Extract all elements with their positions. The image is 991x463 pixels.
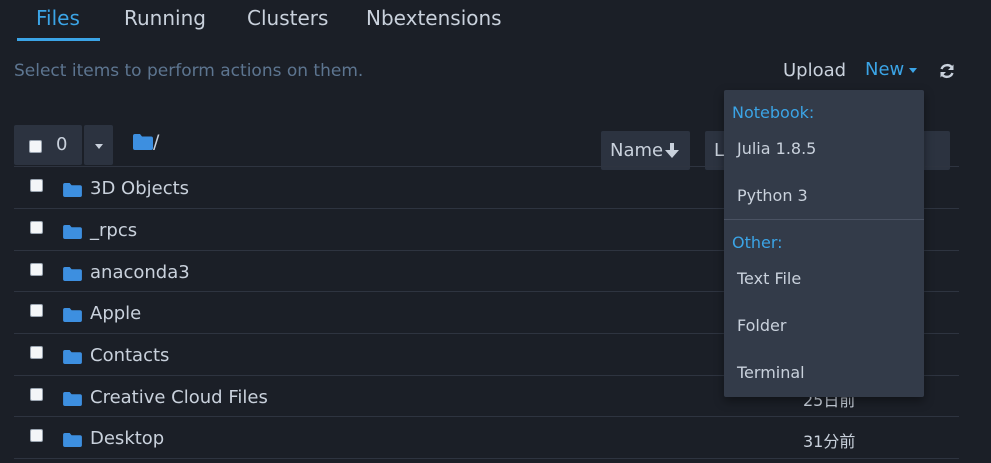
refresh-icon[interactable] xyxy=(938,62,956,80)
folder-icon xyxy=(63,224,82,240)
row-checkbox[interactable] xyxy=(30,221,43,234)
folder-icon xyxy=(63,266,82,282)
menu-header-notebook: Notebook: xyxy=(732,103,815,122)
menu-item-folder[interactable]: Folder xyxy=(737,316,786,335)
file-name[interactable]: _rpcs xyxy=(90,220,137,241)
file-name[interactable]: Contacts xyxy=(90,345,169,366)
new-button-label: New xyxy=(865,59,905,80)
breadcrumb-root[interactable]: / xyxy=(153,131,159,153)
sort-last-modified-label: L xyxy=(714,140,725,161)
selection-menu-button[interactable] xyxy=(84,125,113,165)
row-checkbox[interactable] xyxy=(30,429,43,442)
menu-item-python3[interactable]: Python 3 xyxy=(737,186,808,205)
tab-clusters[interactable]: Clusters xyxy=(247,4,328,34)
folder-icon xyxy=(63,182,82,198)
menu-item-julia[interactable]: Julia 1.8.5 xyxy=(737,139,816,158)
folder-icon xyxy=(63,349,82,365)
folder-icon xyxy=(63,432,82,448)
row-checkbox[interactable] xyxy=(30,263,43,276)
file-name[interactable]: Desktop xyxy=(90,428,164,449)
file-modified: 31分前 xyxy=(803,432,856,451)
caret-down-icon xyxy=(909,67,918,73)
file-name[interactable]: Creative Cloud Files xyxy=(90,387,268,408)
new-dropdown-menu: Notebook: Julia 1.8.5 Python 3 Other: Te… xyxy=(724,90,924,397)
folder-icon xyxy=(63,391,82,407)
tab-nbextensions[interactable]: Nbextensions xyxy=(366,4,502,34)
active-tab-indicator xyxy=(17,38,100,41)
tab-bar: Files Running Clusters Nbextensions xyxy=(0,0,991,42)
menu-item-text-file[interactable]: Text File xyxy=(737,269,801,288)
sort-name-label: Name xyxy=(610,140,664,161)
row-checkbox[interactable] xyxy=(30,304,43,317)
folder-icon[interactable] xyxy=(132,133,154,151)
selected-count: 0 xyxy=(56,134,68,155)
select-all-checkbox[interactable] xyxy=(29,140,42,153)
row-checkbox[interactable] xyxy=(30,346,43,359)
row-divider xyxy=(14,458,959,459)
select-all-control xyxy=(14,125,82,165)
row-checkbox[interactable] xyxy=(30,179,43,192)
caret-down-icon xyxy=(95,144,103,149)
sort-by-name-button[interactable]: Name xyxy=(601,131,690,170)
row-checkbox[interactable] xyxy=(30,388,43,401)
new-button[interactable]: New xyxy=(865,59,918,80)
menu-divider xyxy=(724,219,924,220)
tab-running[interactable]: Running xyxy=(124,4,206,34)
menu-item-terminal[interactable]: Terminal xyxy=(737,363,805,382)
file-name[interactable]: anaconda3 xyxy=(90,262,190,283)
tab-files[interactable]: Files xyxy=(36,4,80,34)
upload-button[interactable]: Upload xyxy=(783,60,846,81)
file-name[interactable]: Apple xyxy=(90,303,141,324)
arrow-down-icon xyxy=(665,143,679,158)
menu-header-other: Other: xyxy=(732,233,783,252)
list-item[interactable]: Desktop 31分前 xyxy=(14,417,959,458)
folder-icon xyxy=(63,307,82,323)
selection-hint: Select items to perform actions on them. xyxy=(14,61,364,81)
file-name[interactable]: 3D Objects xyxy=(90,178,189,199)
jupyter-file-browser: Files Running Clusters Nbextensions Sele… xyxy=(0,0,991,463)
